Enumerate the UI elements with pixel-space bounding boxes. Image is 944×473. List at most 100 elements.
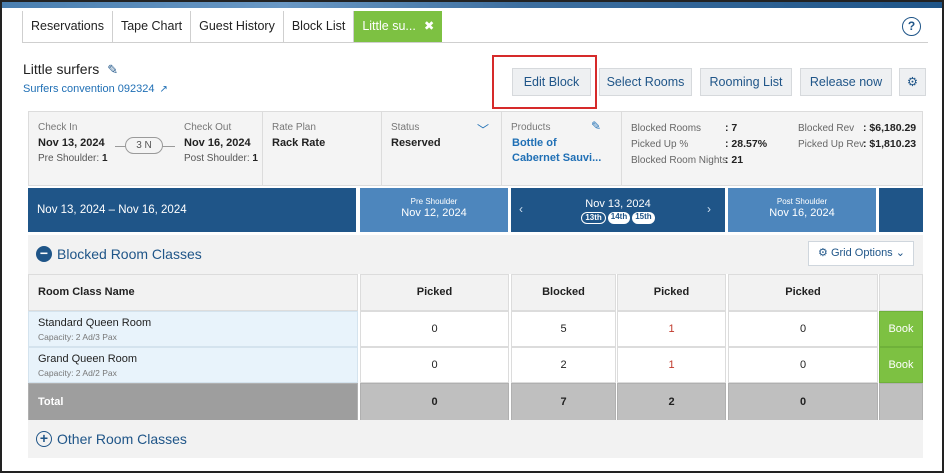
post-shoulder-label: Post Shoulder: [184, 153, 250, 164]
blocked-rev-label: Blocked Rev [798, 123, 855, 134]
pre-picked-cell[interactable]: 0 [360, 347, 509, 383]
post-picked-cell[interactable]: 0 [728, 311, 878, 347]
tab-reservations[interactable]: Reservations [22, 11, 113, 42]
total-blocked: 7 [511, 383, 616, 421]
pencil-icon[interactable]: ✎ [107, 62, 118, 78]
total-pre-picked: 0 [360, 383, 509, 421]
products-value-line2[interactable]: Cabernet Sauvi... [512, 152, 601, 164]
column-header-post-picked: Picked [728, 274, 878, 311]
help-icon[interactable]: ? [902, 17, 921, 36]
post-shoulder: Post Shoulder: 1 [184, 153, 258, 164]
blocked-rev-value: : $6,180.29 [863, 122, 917, 134]
divider [262, 112, 263, 186]
column-header-blocked: Blocked [511, 274, 616, 311]
section-title[interactable]: Blocked Room Classes [57, 246, 202, 262]
products-label: Products [511, 122, 551, 133]
tab-tape-chart[interactable]: Tape Chart [113, 11, 192, 42]
picked-up-rev-label: Picked Up Rev [798, 139, 865, 150]
tab-block-list[interactable]: Block List [284, 11, 355, 42]
tab-label: Little su... [362, 19, 416, 33]
day-pill-13[interactable]: 13th [581, 212, 606, 224]
total-post-picked: 0 [728, 383, 878, 421]
pre-shoulder-label: Pre Shoulder [410, 197, 458, 206]
total-label: Total [28, 383, 358, 421]
tab-divider [22, 42, 928, 43]
grid-options-label: Grid Options [830, 247, 893, 259]
pre-shoulder-header: Pre Shoulder Nov 12, 2024 [360, 188, 508, 232]
tab-bar: Reservations Tape Chart Guest History Bl… [22, 11, 443, 42]
close-icon[interactable]: ✖ [424, 19, 434, 33]
highlight-box [492, 55, 597, 109]
column-header-room-class: Room Class Name [28, 274, 358, 311]
date-range-header: Nov 13, 2024 – Nov 16, 2024 [28, 188, 356, 232]
nights-badge: 3 N [125, 137, 163, 154]
column-header-action [879, 274, 923, 311]
external-link-icon[interactable]: ↗ [159, 84, 167, 95]
check-in-label: Check In [38, 122, 78, 133]
room-class-name: Standard Queen Room [38, 317, 152, 329]
picked-up-pct-label: Picked Up % [631, 139, 689, 150]
check-out-label: Check Out [184, 122, 232, 133]
divider [621, 112, 622, 186]
table-row-name: Grand Queen Room Capacity: 2 Ad/2 Pax [28, 347, 358, 383]
chevron-down-icon: ⌄ [895, 247, 905, 259]
total-picked: 2 [617, 383, 726, 421]
table-row-name: Standard Queen Room Capacity: 2 Ad/3 Pax [28, 311, 358, 347]
chevron-left-icon[interactable]: ‹ [519, 202, 523, 216]
room-class-capacity: Capacity: 2 Ad/3 Pax [38, 332, 117, 342]
day-pill-14[interactable]: 14th [607, 212, 631, 224]
block-info-panel: Check In Nov 13, 2024 Pre Shoulder: 1 3 … [28, 111, 923, 186]
pre-shoulder: Pre Shoulder: 1 [38, 153, 108, 164]
tab-little-surfers[interactable]: Little su... ✖ [354, 11, 443, 42]
settings-button[interactable]: ⚙ [899, 68, 926, 96]
column-header-picked: Picked [617, 274, 726, 311]
post-shoulder-value: 1 [252, 153, 258, 164]
pre-shoulder-value: 1 [101, 153, 108, 164]
pre-shoulder-date: Nov 12, 2024 [401, 207, 467, 219]
post-shoulder-label: Post Shoulder [776, 197, 828, 206]
chevron-right-icon[interactable]: › [707, 202, 711, 216]
blocked-rooms-value: : 7 [725, 122, 738, 134]
block-name: Little surfers [23, 61, 100, 77]
rooming-list-button[interactable]: Rooming List [700, 68, 792, 96]
tab-guest-history[interactable]: Guest History [191, 11, 284, 42]
check-in-date: Nov 13, 2024 [38, 137, 105, 149]
group-name: Surfers convention 092324 [23, 83, 155, 95]
picked-cell[interactable]: 1 [617, 347, 726, 383]
blocked-room-nights-label: Blocked Room Nights [631, 155, 728, 166]
room-class-name: Grand Queen Room [38, 353, 138, 365]
room-class-capacity: Capacity: 2 Ad/2 Pax [38, 368, 117, 378]
blocked-room-nights-value: : 21 [725, 154, 744, 166]
pre-picked-cell[interactable]: 0 [360, 311, 509, 347]
chevron-down-icon[interactable]: ﹀ [477, 121, 489, 138]
page-title: Little surfers ✎ [23, 61, 118, 78]
day-pill-15[interactable]: 15th [632, 212, 655, 224]
divider [381, 112, 382, 186]
expand-icon[interactable]: + [36, 431, 52, 447]
release-now-button[interactable]: Release now [800, 68, 892, 96]
products-value-line1[interactable]: Bottle of [512, 137, 557, 149]
book-button[interactable]: Book [879, 311, 923, 347]
group-link[interactable]: Surfers convention 092324 ↗ [23, 83, 168, 95]
grid-options-button[interactable]: ⚙ Grid Options ⌄ [808, 241, 914, 266]
day-pills: 13th 14th 15th [511, 212, 725, 224]
blocked-cell[interactable]: 5 [511, 311, 616, 347]
blocked-cell[interactable]: 2 [511, 347, 616, 383]
pencil-icon[interactable]: ✎ [591, 119, 601, 133]
picked-cell[interactable]: 1 [617, 311, 726, 347]
blocked-rooms-label: Blocked Rooms [631, 123, 702, 134]
picked-up-rev-value: : $1,810.23 [863, 138, 917, 150]
divider [501, 112, 502, 186]
book-button[interactable]: Book [879, 347, 923, 383]
status-value: Reserved [391, 137, 441, 149]
select-rooms-button[interactable]: Select Rooms [599, 68, 692, 96]
current-date-header: ‹ Nov 13, 2024 13th 14th 15th › [511, 188, 725, 232]
post-shoulder-header: Post Shoulder Nov 16, 2024 [728, 188, 876, 232]
section-title[interactable]: Other Room Classes [57, 431, 187, 447]
collapse-icon[interactable]: − [36, 246, 52, 262]
current-date: Nov 13, 2024 [585, 198, 651, 210]
gear-icon: ⚙ [906, 75, 919, 89]
post-picked-cell[interactable]: 0 [728, 347, 878, 383]
gear-icon: ⚙ [818, 247, 828, 259]
column-header-pre-picked: Picked [360, 274, 509, 311]
